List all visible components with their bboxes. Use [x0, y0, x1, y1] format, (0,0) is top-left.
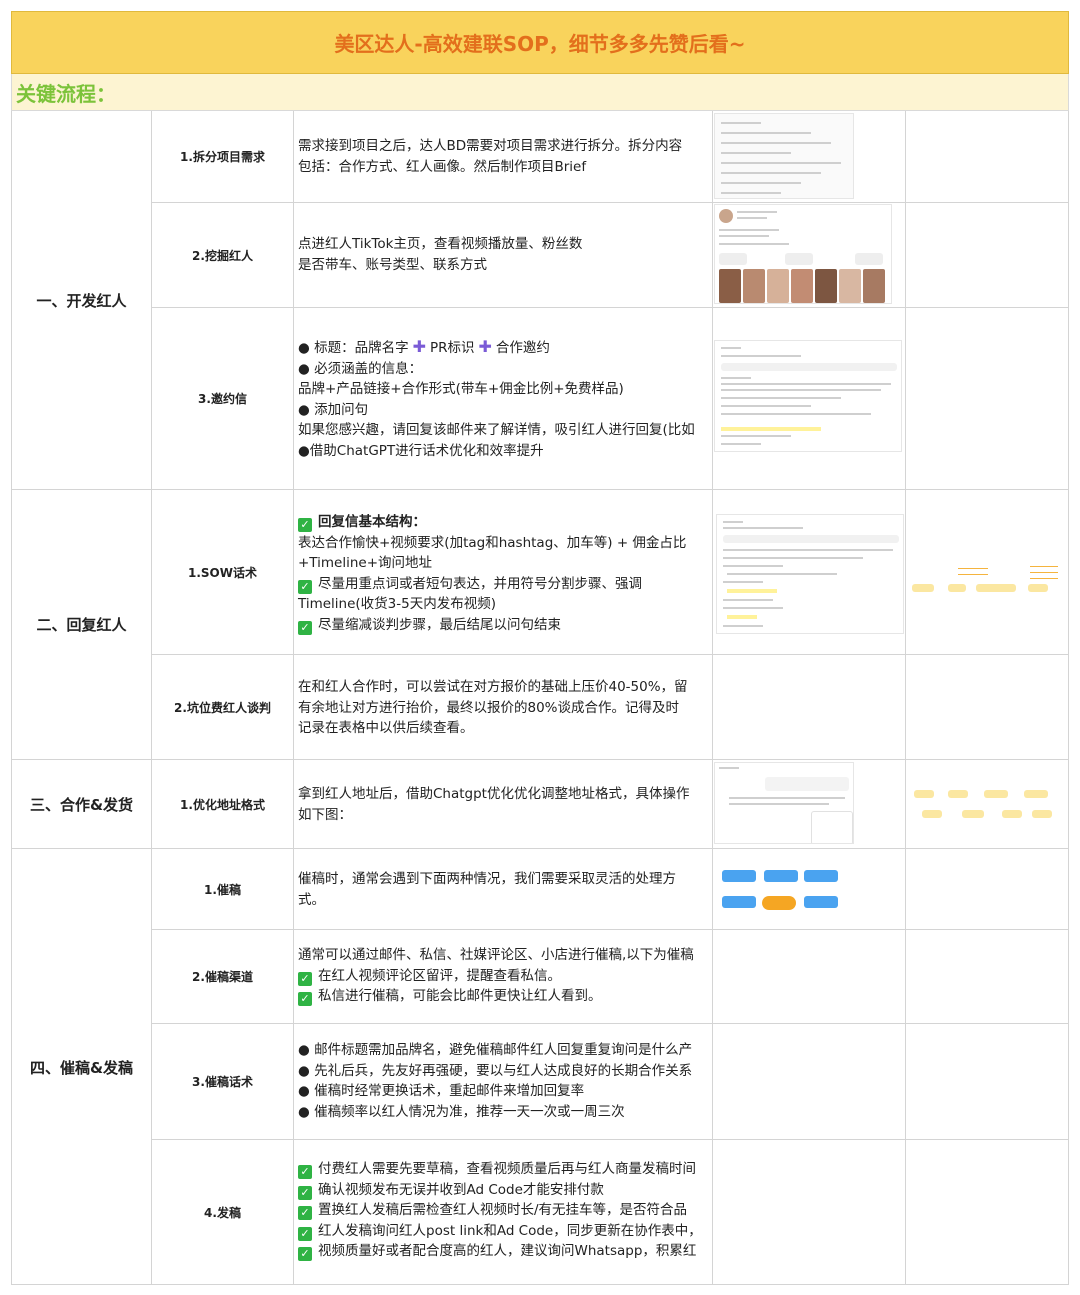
section-develop-influencers: 一、开发红人 — [36, 291, 127, 310]
section-urge-publish: 四、催稿&发稿 — [29, 1058, 134, 1077]
content-urge: 催稿时，通常会遇到下面两种情况，我们需要采取灵活的处理方 式。 — [298, 871, 676, 908]
checkbox-icon: ✓ — [298, 579, 312, 594]
checkbox-icon: ✓ — [298, 620, 312, 635]
checkbox-icon: ✓ — [298, 992, 312, 1006]
step-find-influencers: 2.挖掘红人 — [192, 248, 253, 263]
checkbox-icon: ✓ — [298, 1165, 312, 1179]
urge-flowchart — [716, 854, 840, 924]
step-urge-channels: 2.催稿渠道 — [192, 970, 253, 984]
chatgpt-address-screenshot — [714, 762, 854, 844]
brief-form-screenshot — [714, 113, 854, 199]
checkbox-icon: ✓ — [298, 971, 312, 986]
checkbox-icon: ✓ — [298, 518, 312, 532]
step-address-format: 1.优化地址格式 — [180, 797, 265, 812]
step-fee-negotiation: 2.坑位费红人谈判 — [174, 700, 271, 715]
content-address-format: 拿到红人地址后，借助Chatgpt优化优化调整地址格式，具体操作 如下图： — [298, 786, 690, 823]
plus-icon: ✚ — [412, 337, 426, 356]
step-sow-script: 1.SOW话术 — [188, 565, 257, 580]
content-urge-script: ● 邮件标题需加品牌名，避免催稿邮件红人回复重复询问是什么产 ● 先礼后兵，先友… — [298, 1042, 693, 1120]
invitation-email-screenshot — [714, 340, 902, 452]
step-urge-script: 3.催稿话术 — [192, 1075, 253, 1089]
section-heading-key-process: 关键流程： — [11, 74, 1069, 111]
step-split-requirements: 1.拆分项目需求 — [180, 150, 265, 164]
section-cooperation-shipping: 三、合作&发货 — [29, 795, 134, 814]
tiktok-profile-screenshot — [714, 204, 892, 304]
divider — [712, 111, 713, 1285]
divider — [905, 111, 906, 1285]
checkbox-icon: ✓ — [298, 1185, 312, 1200]
page-title: 美区达人-高效建联SOP，细节多多先赞后看~ — [11, 11, 1069, 74]
content-invitation-letter: ● 标题：品牌名字 ✚ PR标识 ✚ 合作邀约 ● 必须涵盖的信息： 品牌+产品链接+合… — [298, 337, 695, 459]
content-find-influencers: 点进红人TikTok主页，查看视频播放量、粉丝数 是否带车、账号类型、联系方式 — [298, 236, 583, 273]
content-urge-channels: 通常可以通过邮件、私信、社媒评论区、小店进行催稿,以下为催稿 ✓ 在红人视频评论区… — [298, 947, 694, 1006]
content-fee-negotiation: 在和红人合作时，可以尝试在对方报价的基础上压价40-50%，留 有余地让对方进行… — [298, 679, 688, 736]
content-split-requirements: 需求接到项目之后，达人BD需要对项目需求进行拆分。拆分内容 包括：合作方式、红人… — [298, 138, 683, 175]
checkbox-icon: ✓ — [298, 1206, 312, 1220]
checkbox-icon: ✓ — [298, 1247, 312, 1261]
sow-email-screenshot — [716, 514, 904, 634]
plus-icon: ✚ — [478, 337, 492, 356]
step-invitation-letter: 3.邀约信 — [198, 392, 247, 406]
checkbox-icon: ✓ — [298, 1226, 312, 1241]
section-reply-influencers: 二、回复红人 — [36, 616, 127, 634]
content-sow-script: ✓ 回复信基本结构： 表达合作愉快+视频要求(加tag和hashtag、加车等) … — [298, 514, 687, 635]
sow-mindmap-diagram — [912, 558, 1064, 604]
step-publish: 4.发稿 — [204, 1206, 241, 1220]
address-flowchart — [912, 786, 1064, 822]
step-urge: 1.催稿 — [204, 882, 241, 897]
content-publish: ✓ 付费红人需要先要草稿，查看视频质量后再与红人商量发稿时间 ✓ 确认视频发布无误并… — [294, 1159, 712, 1262]
